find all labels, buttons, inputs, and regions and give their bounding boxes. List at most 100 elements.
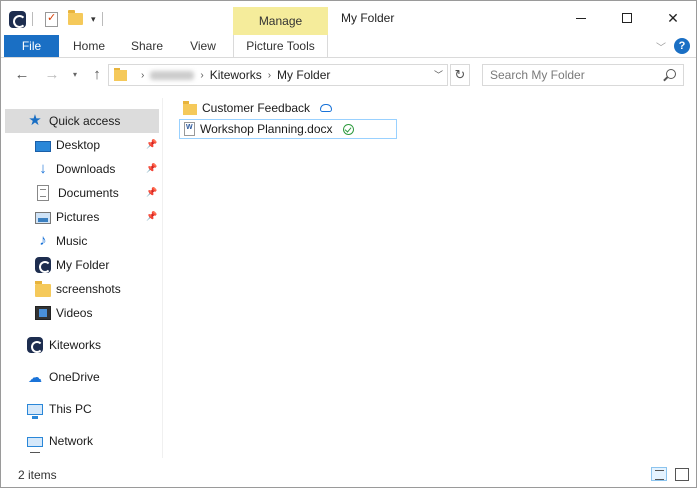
list-item-customer-feedback[interactable]: Customer Feedback [179,98,397,118]
kiteworks-app-icon[interactable] [9,10,26,28]
file-name: Customer Feedback [202,101,311,115]
folder-icon [114,67,127,81]
word-document-icon [184,122,195,136]
address-bar[interactable]: › username › Kiteworks › My Folder ﹀ [108,64,448,86]
nav-item-label: OneDrive [49,370,100,384]
toolbar-separator [101,12,103,26]
nav-item-label: Quick access [49,114,121,128]
list-item-workshop-planning[interactable]: Workshop Planning.docx [179,119,397,139]
properties-icon[interactable] [45,11,58,27]
up-button[interactable]: ↑ [87,65,107,85]
search-icon[interactable] [666,69,676,79]
breadcrumb-separator: › [200,69,204,81]
help-icon[interactable]: ? [674,38,690,54]
back-button[interactable]: ← [12,65,32,85]
breadcrumb-user[interactable]: username [150,70,195,80]
refresh-button[interactable]: ↻ [450,64,470,86]
title-bar: ▾ Manage My Folder ✕ [1,1,696,35]
forward-button[interactable]: → [42,65,62,85]
nav-documents[interactable]: Documents 📌 [5,181,159,205]
chevron-down-icon[interactable]: ﹀ [434,68,443,81]
cloud-icon: ☁ [28,369,42,385]
nav-onedrive[interactable]: ☁ OneDrive [5,365,159,389]
window-controls: ✕ [558,1,696,35]
tab-picture-tools[interactable]: Picture Tools [233,35,328,57]
nav-item-label: screenshots [56,282,121,296]
nav-item-label: Downloads [56,162,116,176]
window-title: My Folder [341,11,395,25]
kiteworks-icon [35,257,51,273]
nav-desktop[interactable]: Desktop 📌 [5,133,159,157]
ribbon-right-controls: ﹀ ? [656,38,690,54]
tab-share[interactable]: Share [121,35,173,57]
pin-icon[interactable]: 📌 [146,211,157,221]
new-folder-icon[interactable] [68,10,83,25]
nav-item-label: Desktop [56,138,101,152]
nav-screenshots[interactable]: screenshots [5,277,159,301]
quick-access-toolbar: ▾ [9,9,109,29]
videos-icon [35,306,51,320]
nav-item-label: Videos [56,306,93,320]
folder-icon [35,281,51,297]
network-icon [27,436,43,453]
music-icon: ♪ [39,232,47,249]
nav-music[interactable]: ♪ Music [5,229,159,253]
nav-item-label: Pictures [56,210,100,224]
minimize-icon [576,17,586,19]
nav-kiteworks[interactable]: Kiteworks [5,333,159,357]
synced-status-icon [342,123,354,135]
search-box[interactable] [482,64,684,86]
desktop-icon [35,140,51,152]
item-count: 2 items [18,468,57,482]
pin-icon[interactable]: 📌 [146,139,157,149]
nav-item-label: Documents [58,186,119,200]
maximize-button[interactable] [604,1,650,35]
minimize-button[interactable] [558,1,604,35]
nav-videos[interactable]: Videos [5,301,159,325]
tab-manage[interactable]: Manage [233,7,328,35]
pictures-icon [35,212,51,224]
download-icon: ↓ [39,160,47,177]
nav-item-label: Music [56,234,88,248]
file-list: Customer Feedback Workshop Planning.docx [171,98,691,458]
tab-view[interactable]: View [177,35,229,57]
breadcrumb-separator: › [141,69,145,81]
recent-locations-button[interactable]: ▾ [65,65,85,85]
star-icon: ★ [28,112,42,129]
computer-icon [27,404,43,419]
explorer-window: ▾ Manage My Folder ✕ File Home Share Vie… [0,0,697,488]
documents-icon [37,185,49,201]
breadcrumb-kiteworks[interactable]: Kiteworks [210,68,262,82]
navigation-pane: ★ Quick access Desktop 📌 ↓ Downloads 📌 D… [1,98,163,458]
status-bar: 2 items [1,463,696,487]
cloud-status-icon [320,104,333,112]
tab-file[interactable]: File [4,35,59,57]
nav-item-label: Network [49,434,94,448]
nav-pictures[interactable]: Pictures 📌 [5,205,159,229]
kiteworks-icon [27,337,43,353]
nav-my-folder[interactable]: My Folder [5,253,159,277]
maximize-icon [622,13,632,23]
expand-ribbon-icon[interactable]: ﹀ [656,39,666,54]
breadcrumb-my-folder[interactable]: My Folder [277,68,330,82]
nav-quick-access[interactable]: ★ Quick access [5,109,159,133]
nav-downloads[interactable]: ↓ Downloads 📌 [5,157,159,181]
large-icons-view-icon[interactable] [673,467,689,481]
customize-toolbar-icon[interactable]: ▾ [91,14,96,25]
nav-item-label: My Folder [56,258,110,272]
nav-item-label: Kiteworks [49,338,102,352]
address-row: ← → ▾ ↑ › username › Kiteworks › My Fold… [1,59,696,91]
ribbon-tabs: File Home Share View Picture Tools ﹀ ? [1,35,696,58]
close-button[interactable]: ✕ [650,1,696,35]
nav-item-label: This PC [49,402,92,416]
file-name: Workshop Planning.docx [200,122,333,136]
search-input[interactable] [483,65,653,85]
folder-icon [183,101,197,115]
pin-icon[interactable]: 📌 [146,163,157,173]
tab-home[interactable]: Home [61,35,117,57]
nav-this-pc[interactable]: This PC [5,397,159,421]
pin-icon[interactable]: 📌 [146,187,157,197]
toolbar-separator [32,12,33,26]
nav-network[interactable]: Network [5,429,159,453]
details-view-icon[interactable] [651,467,667,481]
